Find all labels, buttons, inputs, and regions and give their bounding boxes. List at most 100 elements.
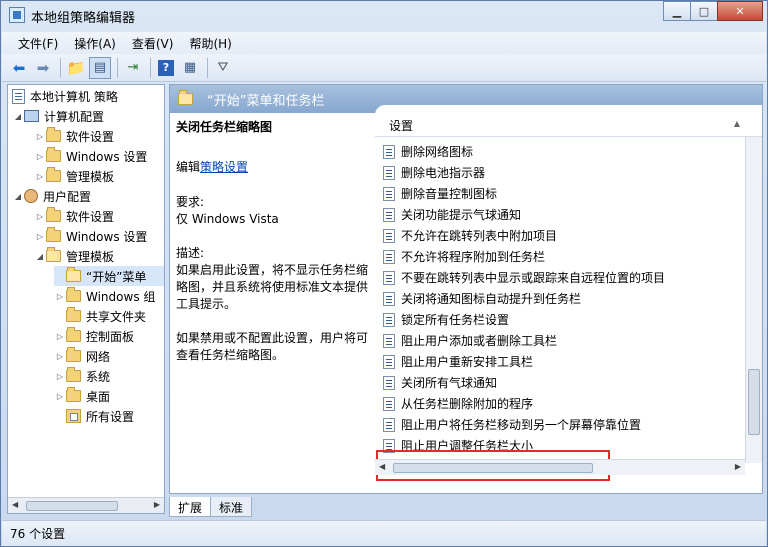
policy-setting-icon <box>383 165 395 180</box>
tree-item-uc-software[interactable]: ▷ 软件设置 <box>34 206 114 226</box>
maximize-button[interactable]: □ <box>690 1 718 21</box>
folder-icon <box>66 347 81 362</box>
close-button[interactable]: ✕ <box>717 1 763 21</box>
properties-button[interactable]: ▦ <box>179 57 201 79</box>
disabled-note-block: 如果禁用或不配置此设置，用户将可 查看任务栏缩略图。 <box>176 330 369 364</box>
show-hide-tree-button[interactable]: ▤ <box>89 56 111 79</box>
description-text-line: 略图，并且系统将使用标准文本提供 <box>176 280 369 294</box>
setting-row[interactable]: 关闭功能提示气球通知 <box>383 204 521 225</box>
expand-arrow-icon[interactable]: ▷ <box>34 152 46 161</box>
menu-view[interactable]: 查看(V) <box>124 35 182 52</box>
setting-label: 关闭功能提示气球通知 <box>401 208 522 222</box>
minimize-button[interactable]: ▁ <box>663 1 691 21</box>
scrollbar-thumb[interactable] <box>748 369 760 435</box>
column-header-setting[interactable]: 设置 ▲ <box>375 115 762 137</box>
all-settings-icon <box>66 409 81 423</box>
list-horizontal-scrollbar[interactable]: ◀ ▶ <box>375 459 745 475</box>
tree-item-network[interactable]: ▷ 网络 <box>54 346 110 366</box>
tree-horizontal-scrollbar[interactable]: ◀ ▶ <box>8 497 164 513</box>
scrollbar-thumb[interactable] <box>26 501 118 511</box>
scroll-right-icon[interactable]: ▶ <box>735 462 741 471</box>
tree-item-uc-admin[interactable]: ◢ 管理模板 <box>34 246 114 266</box>
tree-item-label: 软件设置 <box>66 209 115 224</box>
filter-button[interactable]: ⛛ <box>212 57 234 79</box>
setting-label: 从任务栏删除附加的程序 <box>401 397 534 411</box>
setting-row[interactable]: 关闭所有气球通知 <box>383 372 497 393</box>
tab-standard[interactable]: 标准 <box>210 497 253 517</box>
export-list-button[interactable]: ⇥ <box>122 57 144 79</box>
user-icon <box>24 189 38 203</box>
scroll-left-icon[interactable]: ◀ <box>12 500 18 509</box>
collapse-arrow-icon[interactable]: ◢ <box>12 112 24 121</box>
scroll-right-icon[interactable]: ▶ <box>154 500 160 509</box>
expand-arrow-icon[interactable]: ▷ <box>34 132 46 141</box>
tree-item-label: 用户配置 <box>43 189 92 204</box>
forward-button[interactable]: ➡ <box>32 57 54 79</box>
setting-row[interactable]: 阻止用户重新安排工具栏 <box>383 351 533 372</box>
folder-up-icon: 📁 <box>66 58 86 77</box>
console-tree: 本地计算机 策略 ◢ 计算机配置 ▷ 软件设置 ▷ Windows 设置 ▷ 管… <box>7 84 165 514</box>
setting-row[interactable]: 锁定所有任务栏设置 <box>383 309 509 330</box>
edit-policy-line: 编辑策略设置 <box>176 159 369 176</box>
menu-help[interactable]: 帮助(H) <box>181 35 239 52</box>
tree-item-label: Windows 设置 <box>66 149 148 164</box>
setting-row[interactable]: 不允许在跳转列表中附加项目 <box>383 225 557 246</box>
tree-item-cc-windows[interactable]: ▷ Windows 设置 <box>34 146 147 166</box>
toolbar-separator <box>60 57 61 78</box>
expand-arrow-icon[interactable]: ▷ <box>54 332 66 341</box>
setting-row[interactable]: 删除电池指示器 <box>383 162 485 183</box>
setting-label: 删除电池指示器 <box>401 166 486 180</box>
setting-row[interactable]: 阻止用户添加或者删除工具栏 <box>383 330 557 351</box>
edit-policy-link[interactable]: 策略设置 <box>200 160 248 174</box>
expand-arrow-icon[interactable]: ▷ <box>34 172 46 181</box>
tree-item-windows-components[interactable]: ▷ Windows 组 <box>54 286 155 306</box>
setting-label: 不允许将程序附加到任务栏 <box>401 250 546 264</box>
tree-item-desktop[interactable]: ▷ 桌面 <box>54 386 110 406</box>
expand-arrow-icon[interactable]: ▷ <box>54 352 66 361</box>
setting-row[interactable]: 删除网络图标 <box>383 141 473 162</box>
tree-item-user-config[interactable]: ◢ 用户配置 <box>12 186 91 206</box>
tree-item-system[interactable]: ▷ 系统 <box>54 366 110 386</box>
help-button[interactable]: ? <box>155 57 177 79</box>
sort-arrow-icon: ▲ <box>733 119 740 128</box>
setting-row[interactable]: 从任务栏删除附加的程序 <box>383 393 533 414</box>
tree-item-uc-windows[interactable]: ▷ Windows 设置 <box>34 226 147 246</box>
tree-item-cc-software[interactable]: ▷ 软件设置 <box>34 126 114 146</box>
menu-action[interactable]: 操作(A) <box>66 35 124 52</box>
expand-arrow-icon[interactable]: ▷ <box>54 372 66 381</box>
tree-item-root[interactable]: 本地计算机 策略 <box>12 86 118 106</box>
setting-row[interactable]: 阻止用户将任务栏移动到另一个屏幕停靠位置 <box>383 414 641 435</box>
menu-file[interactable]: 文件(F) <box>10 35 66 52</box>
window: 本地组策略编辑器 ▁ □ ✕ 文件(F) 操作(A) 查看(V) 帮助(H) ⬅… <box>0 0 768 547</box>
policy-document-icon <box>12 88 25 104</box>
tree-item-all-settings[interactable]: 所有设置 <box>54 406 134 426</box>
expand-arrow-icon[interactable]: ▷ <box>34 232 46 241</box>
setting-row[interactable]: 删除音量控制图标 <box>383 183 497 204</box>
expand-arrow-icon[interactable]: ▷ <box>54 292 66 301</box>
up-level-button[interactable]: 📁 <box>65 57 87 79</box>
tree-item-label: 网络 <box>86 349 111 364</box>
collapse-arrow-icon[interactable]: ◢ <box>12 192 24 201</box>
setting-row[interactable]: 不要在跳转列表中显示或跟踪来自远程位置的项目 <box>383 267 665 288</box>
setting-row[interactable]: 不允许将程序附加到任务栏 <box>383 246 545 267</box>
toolbar-separator <box>117 57 118 78</box>
tree-item-start-menu[interactable]: “开始”菜单 <box>54 266 164 286</box>
setting-row[interactable]: 关闭将通知图标自动提升到任务栏 <box>383 288 581 309</box>
tree-item-shared-folders[interactable]: 共享文件夹 <box>54 306 146 326</box>
expand-arrow-icon[interactable]: ▷ <box>54 392 66 401</box>
details-pane: “开始”菜单和任务栏 关闭任务栏缩略图 编辑策略设置 要求: 仅 Windows… <box>169 84 763 494</box>
tree-item-control-panel[interactable]: ▷ 控制面板 <box>54 326 134 346</box>
collapse-arrow-icon[interactable]: ◢ <box>34 252 46 261</box>
policy-setting-icon <box>383 417 395 432</box>
scroll-left-icon[interactable]: ◀ <box>379 462 385 471</box>
policy-setting-icon <box>383 291 395 306</box>
folder-icon <box>46 167 61 182</box>
tab-extended[interactable]: 扩展 <box>169 497 212 517</box>
back-button[interactable]: ⬅ <box>8 57 30 79</box>
scrollbar-thumb[interactable] <box>393 463 593 473</box>
tree-item-cc-admin[interactable]: ▷ 管理模板 <box>34 166 114 186</box>
policy-setting-icon <box>383 396 395 411</box>
list-vertical-scrollbar[interactable] <box>745 137 762 463</box>
expand-arrow-icon[interactable]: ▷ <box>34 212 46 221</box>
tree-item-computer-config[interactable]: ◢ 计算机配置 <box>12 106 104 126</box>
